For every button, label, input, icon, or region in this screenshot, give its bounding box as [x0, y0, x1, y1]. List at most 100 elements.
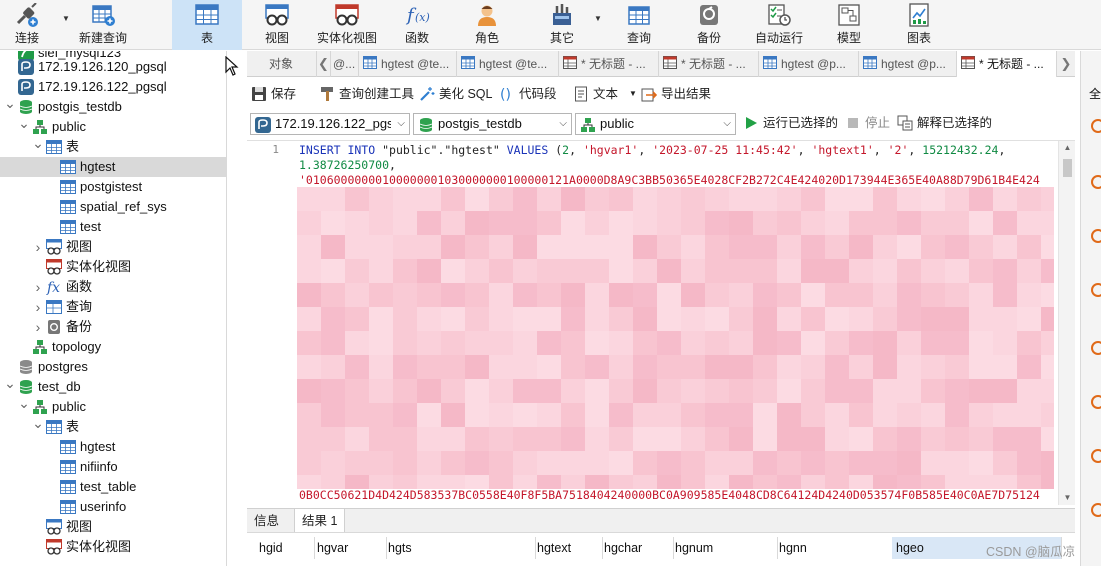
chevron-down-icon[interactable]: ▼	[629, 84, 637, 104]
query-button[interactable]: 查询	[618, 0, 660, 50]
tab-hgtest-1[interactable]: hgtest @te...	[359, 51, 457, 77]
code-line-1: INSERT INTO "public"."hgtest" VALUES (2,…	[299, 143, 1006, 157]
other-button[interactable]: 其它 ▼	[540, 0, 602, 50]
tree-item[interactable]: ⌄ 表	[0, 135, 226, 157]
backup-button[interactable]: 备份	[688, 0, 730, 50]
tree-item[interactable]: 实体化视图	[0, 537, 226, 557]
sql-editor[interactable]: 1 INSERT INTO "public"."hgtest" VALUES (…	[247, 140, 1075, 505]
mosaic-cell	[969, 283, 993, 307]
tree-item[interactable]: userinfo	[0, 497, 226, 517]
info-icon[interactable]	[1091, 503, 1101, 517]
tab-scroll-right-button[interactable]: ❯	[1057, 51, 1075, 77]
tab-untitled-1[interactable]: * 无标题 - ...	[559, 51, 659, 77]
info-icon[interactable]	[1091, 395, 1101, 409]
tree-item[interactable]: › fx 函数	[0, 277, 226, 297]
chevron-up-icon[interactable]: ▲	[1059, 143, 1075, 152]
column-header[interactable]: hgts	[384, 537, 536, 559]
automation-button[interactable]: 自动运行	[750, 0, 808, 50]
chevron-down-icon[interactable]: ▼	[594, 14, 602, 23]
column-header[interactable]: hgnum	[671, 537, 778, 559]
view-button[interactable]: 视图	[252, 0, 302, 50]
chevron-right-icon[interactable]: ›	[32, 317, 44, 337]
tree-item[interactable]: hgtest	[0, 157, 226, 177]
stop-button[interactable]: 停止	[845, 113, 891, 133]
tree-item[interactable]: postgres	[0, 357, 226, 377]
text-mode-button[interactable]: 文本 ▼	[573, 84, 637, 104]
tab-result-1[interactable]: 结果 1	[294, 509, 346, 533]
query-builder-button[interactable]: 查询创建工具	[319, 84, 415, 104]
tree-item[interactable]: › 备份	[0, 317, 226, 337]
chevron-down-icon[interactable]: ⌄	[4, 373, 16, 393]
tree-item[interactable]: 172.19.126.122_pgsql	[0, 77, 226, 97]
mosaic-cell	[753, 283, 777, 307]
connection-select[interactable]: 172.19.126.122_pgsql ⌵	[250, 113, 410, 135]
info-icon[interactable]	[1091, 229, 1101, 243]
tree-item[interactable]: postgistest	[0, 177, 226, 197]
chart-button[interactable]: 图表	[898, 0, 940, 50]
editor-scrollbar[interactable]: ▲ ▼	[1058, 141, 1075, 505]
info-icon[interactable]	[1091, 341, 1101, 355]
scrollbar-thumb[interactable]	[1063, 159, 1072, 177]
tab-hgtest-4[interactable]: hgtest @p...	[859, 51, 957, 77]
chevron-down-icon[interactable]: ⌄	[32, 133, 44, 153]
info-icon[interactable]	[1091, 449, 1101, 463]
save-button[interactable]: 保存	[251, 84, 303, 104]
chevron-down-icon[interactable]: ⌄	[32, 413, 44, 433]
new-query-button[interactable]: 新建查询	[74, 0, 132, 50]
tree-item[interactable]: 172.19.126.120_pgsql	[0, 57, 226, 77]
column-header[interactable]: hgid	[255, 537, 315, 559]
schema-select[interactable]: public ⌵	[575, 113, 736, 135]
chevron-right-icon[interactable]: ›	[32, 277, 44, 297]
tab-untitled-2[interactable]: * 无标题 - ...	[659, 51, 759, 77]
export-result-button[interactable]: 导出结果	[641, 84, 711, 104]
tree-item[interactable]: test	[0, 217, 226, 237]
tree-item[interactable]: › 视图	[0, 237, 226, 257]
function-button[interactable]: f (x) 函数	[396, 0, 438, 50]
column-header[interactable]: hgnn	[775, 537, 895, 559]
chevron-right-icon[interactable]: ›	[32, 237, 44, 257]
tree-item[interactable]: 视图	[0, 517, 226, 537]
info-icon[interactable]	[1091, 283, 1101, 297]
tree-item[interactable]: hgtest	[0, 437, 226, 457]
code-snippet-button[interactable]: () 代码段	[499, 84, 561, 104]
column-header[interactable]: hgvar	[313, 537, 387, 559]
tab-query-1[interactable]: @...	[331, 51, 359, 77]
tree-item[interactable]: ⌄ test_db	[0, 375, 226, 397]
materialized-view-button[interactable]: 实体化视图	[314, 0, 380, 50]
mosaic-cell	[873, 451, 897, 475]
chevron-down-icon[interactable]: ▼	[62, 14, 70, 23]
tab-hgtest-2[interactable]: hgtest @te...	[457, 51, 559, 77]
connection-button[interactable]: 连接 ▼	[4, 0, 70, 50]
tab-info[interactable]: 信息	[247, 509, 286, 533]
column-header[interactable]: hgchar	[600, 537, 674, 559]
model-button[interactable]: 模型	[828, 0, 870, 50]
chevron-down-icon[interactable]: ▼	[1059, 493, 1075, 502]
tree-item[interactable]: test_table	[0, 477, 226, 497]
panel-label[interactable]: 全	[1089, 85, 1101, 102]
tree-item[interactable]: nifiinfo	[0, 457, 226, 477]
role-button[interactable]: 角色	[466, 0, 508, 50]
tree-item[interactable]: › 查询	[0, 297, 226, 317]
tab-untitled-active[interactable]: * 无标题 - ...	[957, 51, 1057, 77]
column-header[interactable]: hgtext	[533, 537, 603, 559]
chevron-right-icon[interactable]: ›	[32, 297, 44, 317]
tree-item[interactable]: spatial_ref_sys	[0, 197, 226, 217]
tree-item[interactable]: topology	[0, 337, 226, 357]
tree-item[interactable]: 实体化视图	[0, 257, 226, 277]
chevron-down-icon[interactable]: ⌄	[18, 393, 30, 413]
tab-scroll-left-button[interactable]: ❮	[317, 51, 331, 77]
explain-selected-button[interactable]: 解释已选择的	[897, 113, 993, 133]
table-button[interactable]: 表	[172, 0, 242, 50]
tree-item[interactable]: ⌄ 表	[0, 415, 226, 437]
info-icon[interactable]	[1091, 119, 1101, 133]
tab-hgtest-3[interactable]: hgtest @p...	[759, 51, 859, 77]
result-grid[interactable]: hgid hgvar hgts hgtext hgchar hgnum hgnn…	[247, 532, 1075, 566]
chevron-down-icon[interactable]: ⌄	[18, 113, 30, 133]
tree-item[interactable]: ⌄ postgis_testdb	[0, 95, 226, 117]
run-selected-button[interactable]: 运行已选择的	[743, 113, 838, 133]
beautify-sql-button[interactable]: 美化 SQL	[419, 84, 495, 104]
database-select[interactable]: postgis_testdb ⌵	[413, 113, 572, 135]
info-icon[interactable]	[1091, 175, 1101, 189]
chevron-down-icon[interactable]: ⌄	[4, 93, 16, 113]
tab-objects[interactable]: 对象	[247, 51, 317, 77]
